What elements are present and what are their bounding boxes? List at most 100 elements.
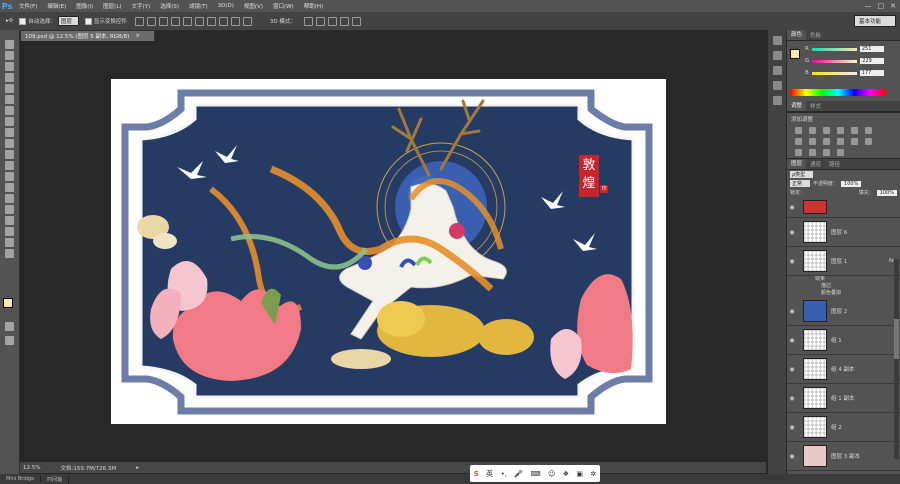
marquee-tool-icon[interactable] <box>5 51 14 60</box>
color-balance-icon[interactable] <box>809 138 816 145</box>
eraser-tool-icon[interactable] <box>5 150 14 159</box>
layer-row[interactable]: ◉ 图层 2 <box>787 297 900 326</box>
blue-slider[interactable] <box>811 71 857 75</box>
channel-mixer-icon[interactable] <box>851 138 858 145</box>
black-white-icon[interactable] <box>823 138 830 145</box>
zoom-readout[interactable]: 12.5% <box>23 465 40 471</box>
selective-color-icon[interactable] <box>837 149 844 156</box>
menu-layer[interactable]: 图层(L) <box>98 2 126 10</box>
vibrance-icon[interactable] <box>851 127 858 134</box>
align-right-icon[interactable] <box>194 16 204 26</box>
ime-mode-toggle[interactable]: 英 <box>486 469 493 479</box>
invert-icon[interactable] <box>795 149 802 156</box>
tab-layers[interactable]: 图层 <box>787 159 807 169</box>
stamp-tool-icon[interactable] <box>5 128 14 137</box>
menu-image[interactable]: 图像(I) <box>71 2 98 10</box>
brush-tool-icon[interactable] <box>5 117 14 126</box>
opacity-field[interactable]: 100% <box>841 180 862 187</box>
close-tab-icon[interactable]: × <box>135 33 140 39</box>
drag-3d-icon[interactable] <box>327 16 337 26</box>
red-value[interactable]: 251 <box>859 46 884 52</box>
foreground-color-swatch[interactable] <box>3 298 13 308</box>
layer-row[interactable]: ◉ 图层 1 fx <box>787 247 900 276</box>
layer-row[interactable]: ◉ 组 4 副本 <box>787 355 900 384</box>
eyedropper-tool-icon[interactable] <box>5 95 14 104</box>
visibility-eye-icon[interactable]: ◉ <box>787 258 797 265</box>
workspace-dropdown[interactable]: 基本功能 <box>853 15 896 27</box>
effects-label[interactable]: 效果 <box>787 276 900 283</box>
layer-row[interactable]: ◉ 图层 6 <box>787 218 900 247</box>
scrollbar-thumb[interactable] <box>894 319 899 359</box>
auto-select-checkbox[interactable] <box>19 18 27 25</box>
tab-swatches[interactable]: 色板 <box>806 31 825 39</box>
distribute-icon[interactable] <box>218 16 228 26</box>
move-tool-icon[interactable]: ▸✣ <box>6 18 13 24</box>
distribute-icon[interactable] <box>230 16 240 26</box>
paragraph-panel-icon[interactable] <box>772 81 782 90</box>
layer-row[interactable]: ◉ 组 1 <box>787 326 900 355</box>
quick-select-tool-icon[interactable] <box>5 73 14 82</box>
align-left-icon[interactable] <box>170 16 180 26</box>
layer-name[interactable]: 图层 1 <box>831 257 847 265</box>
layer-name[interactable]: 图层 6 <box>831 228 847 236</box>
zoom-tool-icon[interactable] <box>5 249 14 258</box>
visibility-eye-icon[interactable]: ◉ <box>787 337 797 344</box>
align-top-icon[interactable] <box>134 16 144 26</box>
lasso-tool-icon[interactable] <box>5 62 14 71</box>
timeline-tab[interactable]: 时间轴 <box>41 475 70 483</box>
layer-row[interactable]: ◉ <box>787 197 900 218</box>
layer-row[interactable]: ◉ 组 2 <box>787 413 900 442</box>
menu-edit[interactable]: 编辑(E) <box>42 2 71 10</box>
layer-row[interactable]: ◉ 图层 3 副本 <box>787 442 900 471</box>
tool-presets-icon[interactable] <box>772 96 782 105</box>
shape-tool-icon[interactable] <box>5 227 14 236</box>
align-hcenter-icon[interactable] <box>182 16 192 26</box>
tab-styles[interactable]: 样式 <box>806 102 825 110</box>
visibility-eye-icon[interactable]: ◉ <box>787 229 797 236</box>
visibility-eye-icon[interactable]: ◉ <box>787 424 797 431</box>
layer-name[interactable]: 图层 2 <box>831 307 847 315</box>
layer-name[interactable]: 组 1 副本 <box>831 394 855 402</box>
settings-icon[interactable]: ✲ <box>590 470 596 478</box>
status-arrow-icon[interactable]: ▸ <box>136 465 139 471</box>
move-tool-icon[interactable] <box>5 40 14 49</box>
layer-filter-dropdown[interactable]: ρ类型 <box>790 171 814 178</box>
brightness-icon[interactable] <box>795 127 802 134</box>
visibility-eye-icon[interactable]: ◉ <box>787 366 797 373</box>
path-select-tool-icon[interactable] <box>5 216 14 225</box>
visibility-eye-icon[interactable]: ◉ <box>787 204 797 211</box>
menu-window[interactable]: 窗口(W) <box>268 2 299 10</box>
properties-panel-icon[interactable] <box>772 51 782 60</box>
menu-help[interactable]: 帮助(H) <box>299 2 328 10</box>
history-panel-icon[interactable] <box>772 36 782 45</box>
layer-name[interactable]: 组 2 <box>831 423 842 431</box>
punctuation-icon[interactable]: •, <box>501 470 507 478</box>
layer-name[interactable]: 组 1 <box>831 336 842 344</box>
visibility-eye-icon[interactable]: ◉ <box>787 308 797 315</box>
scale-3d-icon[interactable] <box>351 16 361 26</box>
photo-filter-icon[interactable] <box>837 138 844 145</box>
align-bottom-icon[interactable] <box>158 16 168 26</box>
distribute-icon[interactable] <box>206 16 216 26</box>
tab-adjustments[interactable]: 调整 <box>787 101 807 111</box>
menu-3d[interactable]: 3D(D) <box>213 3 239 9</box>
gradient-tool-icon[interactable] <box>5 161 14 170</box>
artboard[interactable]: 敦煌 印 <box>111 79 666 424</box>
sogou-logo-icon[interactable]: S <box>474 470 479 478</box>
layer-name[interactable]: 组 4 副本 <box>831 365 855 373</box>
visibility-eye-icon[interactable]: ◉ <box>787 453 797 460</box>
fill-field[interactable]: 100% <box>876 189 897 196</box>
quick-mask-icon[interactable] <box>5 322 14 331</box>
tab-paths[interactable]: 路径 <box>825 160 844 168</box>
posterize-icon[interactable] <box>809 149 816 156</box>
roll-3d-icon[interactable] <box>315 16 325 26</box>
menu-file[interactable]: 文件(F) <box>14 2 42 10</box>
emoji-icon[interactable]: ☺ <box>548 470 555 478</box>
color-spectrum[interactable] <box>790 89 886 96</box>
menu-type[interactable]: 文字(Y) <box>127 2 156 10</box>
toolbox-icon[interactable]: ▣ <box>576 470 583 478</box>
curves-icon[interactable] <box>823 127 830 134</box>
close-button[interactable]: ✕ <box>890 2 896 10</box>
dodge-tool-icon[interactable] <box>5 183 14 192</box>
visibility-eye-icon[interactable]: ◉ <box>787 395 797 402</box>
